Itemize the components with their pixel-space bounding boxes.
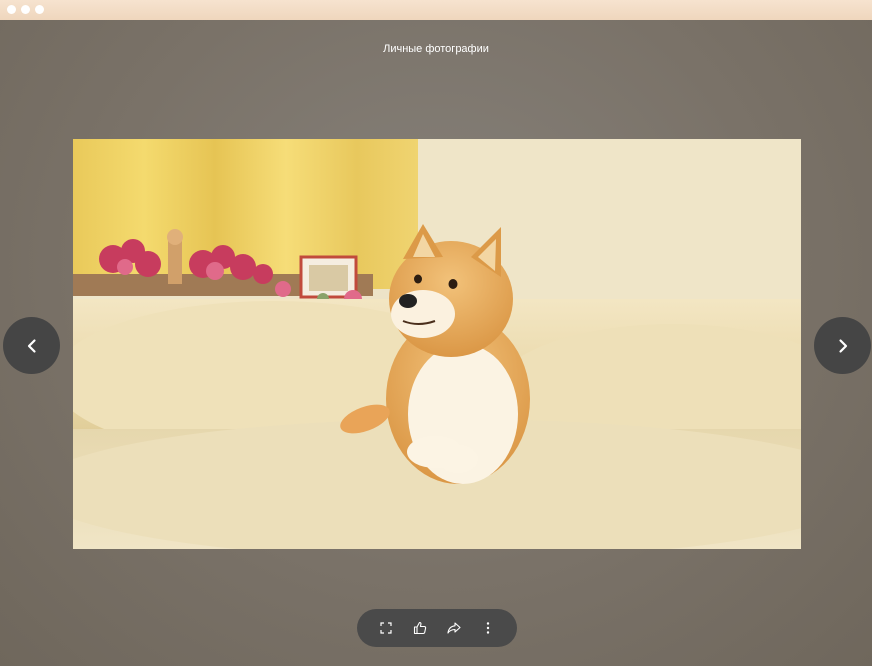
window-close-dot[interactable] xyxy=(7,5,16,14)
photo-viewer-window: Личные фотографии xyxy=(0,0,872,666)
more-options-button[interactable] xyxy=(475,615,501,641)
next-photo-button[interactable] xyxy=(814,317,871,374)
share-icon xyxy=(447,622,461,634)
thumbs-up-icon xyxy=(413,621,427,635)
more-vertical-icon xyxy=(486,622,490,634)
album-title: Личные фотографии xyxy=(383,43,489,55)
share-button[interactable] xyxy=(441,615,467,641)
chevron-left-icon xyxy=(27,338,36,353)
chevron-right-icon xyxy=(838,338,847,353)
window-minimize-dot[interactable] xyxy=(21,5,30,14)
photo-toolbar xyxy=(357,609,517,647)
window-maximize-dot[interactable] xyxy=(35,5,44,14)
shiba-inu-photo xyxy=(73,139,801,549)
window-titlebar xyxy=(0,0,872,20)
fullscreen-button[interactable] xyxy=(373,615,399,641)
previous-photo-button[interactable] xyxy=(3,317,60,374)
fullscreen-icon xyxy=(380,622,392,634)
photo-image[interactable] xyxy=(73,139,801,549)
like-button[interactable] xyxy=(407,615,433,641)
